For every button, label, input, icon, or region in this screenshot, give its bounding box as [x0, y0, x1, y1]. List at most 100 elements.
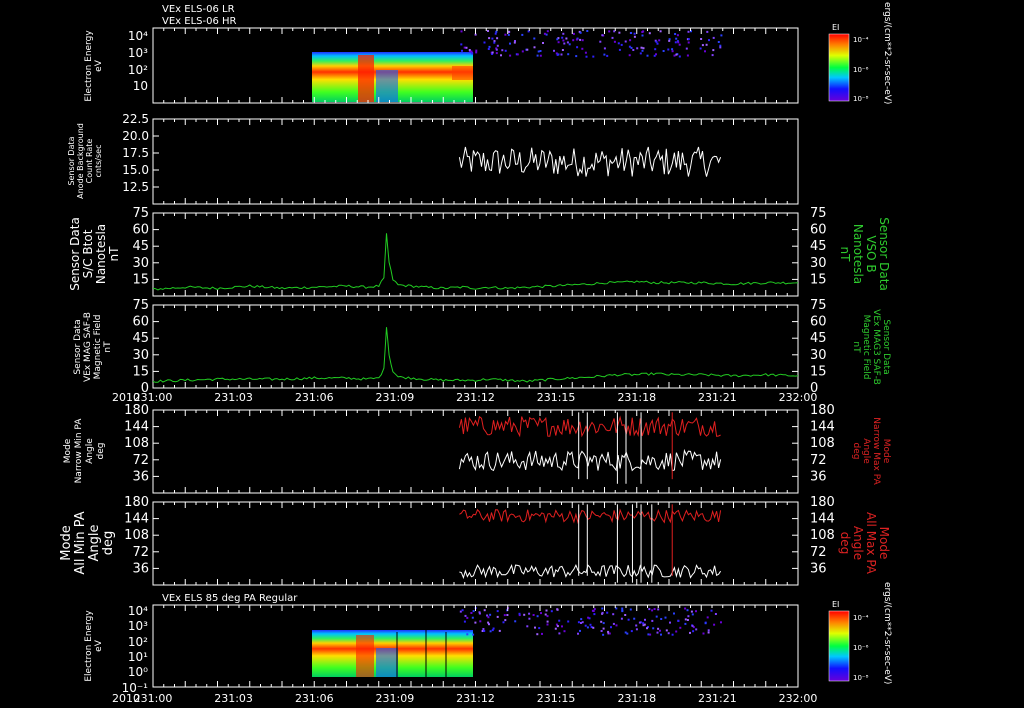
spectrogram-speckle [592, 55, 595, 58]
spectrogram-speckle [687, 41, 690, 44]
spectrogram-speckle [488, 623, 490, 626]
spectrogram-speckle [561, 49, 564, 51]
panel7-colorbar-tick-2: 10⁻⁶ [853, 644, 869, 652]
panel6-ytick-label-right: 36 [810, 561, 827, 576]
spectrogram-speckle [464, 614, 467, 617]
spectrogram-speckle [575, 55, 578, 58]
spectrogram-speckle [674, 33, 677, 35]
time-tick-label: 231:21 [698, 391, 737, 404]
spectrogram-speckle [706, 30, 709, 33]
panel1-colorbar-unit: ergs/(cm**2-sr-sec-eV) [882, 2, 892, 104]
spectrogram-speckle [602, 633, 605, 636]
spectrogram-speckle [641, 31, 644, 33]
spectrogram-speckle [556, 608, 559, 611]
spectrogram-speckle [470, 50, 473, 53]
spectrogram-speckle [685, 47, 688, 50]
spectrogram-speckle [673, 612, 675, 615]
spectrogram-speckle [543, 32, 546, 35]
spectrogram-speckle [705, 43, 708, 46]
spectrogram-speckle [466, 633, 469, 636]
spectrogram-speckle [699, 47, 702, 50]
panel1-ytick-3: 10³ [128, 46, 148, 60]
panel7-noise-speckles [152, 605, 799, 687]
spectrogram-speckle [491, 37, 494, 40]
spectrogram-speckle [581, 47, 584, 50]
panel5-series [458, 412, 722, 484]
spectrogram-speckle [518, 612, 521, 615]
panel3-ytick-labels: 15 1530 3045 4560 6075 75 [132, 206, 827, 296]
spectrogram-speckle [618, 48, 621, 51]
panel6-series-max [459, 508, 722, 525]
panel4-ytick-label: 75 [132, 298, 149, 313]
spectrogram-speckle [562, 39, 565, 42]
panel4-ytick-label: 45 [132, 331, 149, 346]
spectrogram-speckle [509, 54, 512, 57]
spectrogram-speckle [470, 612, 473, 614]
spectrogram-speckle [593, 608, 596, 611]
panel4-right-label-line-2: VEx MAG3 SAF-B [871, 309, 881, 385]
panel7-ytick-5: 10³ [128, 619, 148, 633]
spectrogram-speckle [556, 38, 559, 41]
spectrogram-speckle [478, 612, 481, 615]
spectrogram-speckle [630, 630, 633, 633]
spectrogram-speckle [475, 49, 478, 52]
spectrogram-speckle [668, 39, 671, 42]
panel4-ytick-label-right: 45 [810, 331, 827, 346]
panel5-series-min [458, 448, 722, 472]
panel6-ytick-labels: 36 3672 72108 108144 144180 180 [124, 495, 835, 585]
spectrogram-speckle [636, 47, 639, 50]
spectrogram-speckle [581, 39, 584, 42]
spectrogram-speckle [509, 42, 511, 45]
panel6-series-min [459, 563, 722, 580]
panel6-ytick-label: 108 [124, 528, 149, 543]
panel4-ytick-label-right: 15 [810, 364, 827, 379]
spectrogram-speckle [576, 46, 579, 49]
spectrogram-speckle [710, 609, 713, 612]
panel7-spectrogram [312, 607, 473, 677]
panel7-colorbar: EI 10⁻⁴ 10⁻⁶ 10⁻⁸ ergs/(cm**2-sr-sec-eV) [828, 582, 892, 684]
panel7-colorbar-unit: ergs/(cm**2-sr-sec-eV) [882, 582, 892, 684]
panel1-noise-speckles [152, 28, 799, 103]
spectrogram-speckle [689, 631, 691, 634]
panel6-ylabel-line-2: All Min PA [73, 511, 88, 574]
spectrogram-speckle [669, 621, 671, 624]
spectrogram-speckle [702, 632, 705, 635]
panel-narrow-pa: 36 3672 72108 108144 144180 180 Mode Narrow M… [63, 403, 891, 494]
spectrogram-speckle [483, 609, 486, 612]
spectrogram-speckle [684, 607, 687, 610]
spectrogram-speckle [579, 38, 582, 41]
spectrogram-speckle [513, 41, 516, 44]
spectrogram-speckle [546, 623, 549, 626]
spectrogram-speckle [562, 32, 565, 35]
spectrogram-speckle [684, 622, 687, 625]
spectrogram-speckle [635, 628, 638, 631]
spectrogram-speckle [536, 633, 539, 636]
panel4-ytick-label-right: 60 [810, 315, 827, 330]
spectrogram-speckle [639, 52, 642, 55]
panel4-series-1 [152, 327, 799, 383]
spectrogram-speckle [654, 48, 657, 51]
spectrogram-speckle [633, 32, 636, 35]
time-tick-label: 232:00 [779, 692, 818, 705]
spectrogram-speckle [534, 626, 536, 629]
spectrogram-speckle [603, 47, 606, 50]
spectrogram-speckle [579, 31, 582, 34]
spectrogram-speckle [691, 624, 694, 627]
spectrogram-speckle [539, 50, 542, 52]
panel3-right-label-line-3: Nanotesla [851, 224, 865, 284]
spectrogram-speckle [677, 41, 680, 44]
spectrogram-speckle [536, 54, 539, 57]
panel3-ylabel-line-2: S/C Btot [81, 229, 95, 278]
panel4-ylabel-line-3: Magnetic Field [93, 315, 103, 380]
time-tick-label: 231:06 [295, 692, 334, 705]
panel3-right-label-line-4: nT [838, 247, 852, 263]
spectrogram-speckle [501, 49, 504, 52]
spectrogram-speckle [617, 42, 620, 45]
spectrogram-speckle [704, 622, 707, 625]
spectrogram-speckle [675, 630, 678, 633]
time-tick-label: 231:09 [376, 692, 415, 705]
panel7-ytick-4: 10² [128, 635, 148, 649]
spectrogram-speckle [483, 41, 486, 44]
spectrogram-speckle [603, 53, 606, 56]
spectrogram-speckle [580, 618, 583, 621]
